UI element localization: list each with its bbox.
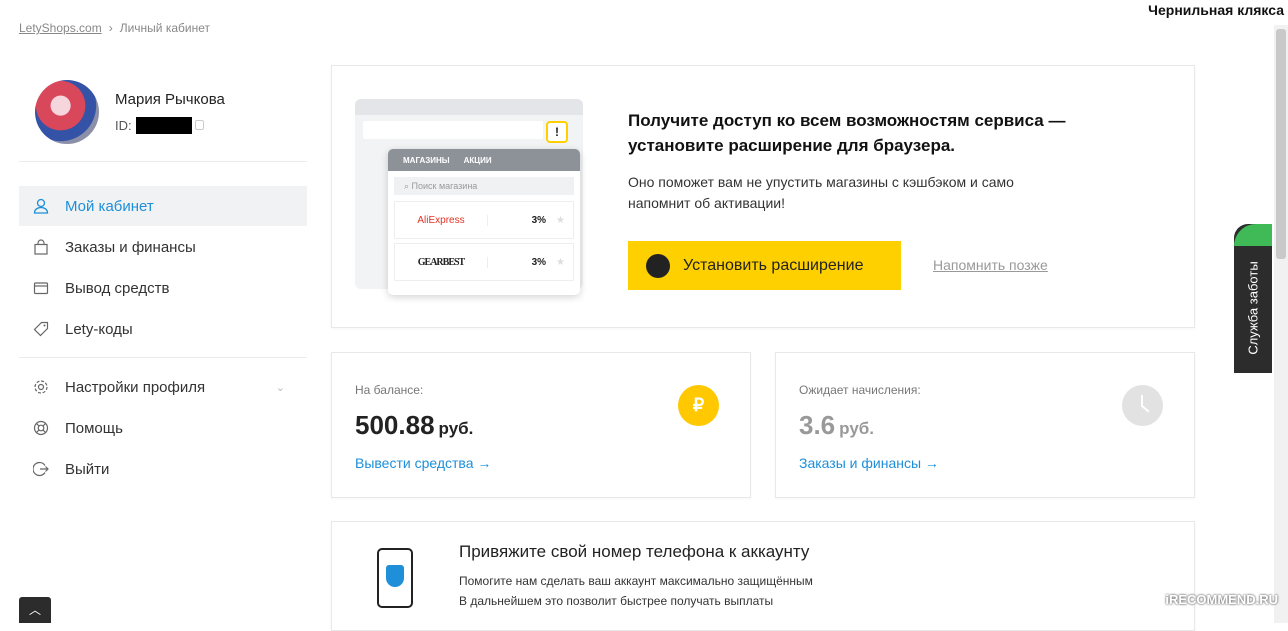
phone-title: Привяжите свой номер телефона к аккаунту	[459, 542, 810, 561]
sidebar-item-help[interactable]: Помощь	[19, 408, 307, 448]
user-icon	[32, 197, 50, 215]
pending-label: Ожидает начисления:	[799, 383, 921, 397]
profile-block: Мария Рычкова ID:	[35, 80, 225, 144]
sidebar-nav-secondary: Настройки профиля ⌄ Помощь Выйти	[19, 367, 307, 490]
phone-binding-card: Привяжите свой номер телефона к аккаунту…	[331, 521, 1195, 631]
profile-id-redacted	[135, 116, 192, 134]
profile-id: ID:	[115, 116, 225, 134]
support-tab[interactable]: Служба заботы	[1234, 224, 1272, 373]
phone-text: Помогите нам сделать ваш аккаунт максима…	[459, 571, 813, 611]
breadcrumb: LetyShops.com › Личный кабинет	[19, 21, 210, 35]
gear-icon	[32, 378, 50, 396]
extension-illustration: ! МАГАЗИНЫ АКЦИИ ⌕ Поиск магазина AliExp…	[355, 99, 583, 295]
promo-title: Получите доступ ко всем возможностям сер…	[628, 111, 1066, 155]
sidebar-nav: Мой кабинет Заказы и финансы Вывод средс…	[19, 186, 307, 350]
star-icon: ★	[556, 256, 565, 268]
phone-shield-icon	[377, 548, 413, 608]
divider	[19, 161, 307, 162]
extension-popup: МАГАЗИНЫ АКЦИИ ⌕ Поиск магазина AliExpre…	[388, 149, 580, 295]
popup-tabs: МАГАЗИНЫ АКЦИИ	[388, 149, 580, 171]
sidebar-item-label: Настройки профиля	[65, 378, 206, 396]
sidebar-item-orders[interactable]: Заказы и финансы	[19, 227, 307, 267]
avatar[interactable]	[35, 80, 99, 144]
shield-icon	[386, 565, 404, 587]
popup-search-placeholder: Поиск магазина	[411, 181, 478, 191]
balance-value: 500.88 руб.	[355, 410, 473, 441]
balance-currency: руб.	[438, 419, 474, 438]
sidebar-item-label: Вывод средств	[65, 279, 170, 297]
profile-name: Мария Рычкова	[115, 90, 225, 108]
shopping-bag-icon	[32, 238, 50, 256]
balance-card: На балансе: 500.88 руб. Вывести средства …	[331, 352, 751, 498]
scrollbar[interactable]	[1274, 25, 1288, 623]
watermark: iRECOMMEND.RU	[1165, 592, 1278, 607]
balance-label: На балансе:	[355, 383, 424, 397]
shop-rate: 3%	[531, 256, 547, 268]
shop-rate: 3%	[531, 214, 547, 226]
profile-id-label: ID:	[115, 117, 132, 133]
popup-shop-row: GEARBEST 3% ★	[394, 243, 574, 281]
wallet-icon	[32, 279, 50, 297]
chevron-down-icon[interactable]: ⌄	[276, 381, 285, 394]
support-status-indicator	[1234, 224, 1272, 246]
balance-amount: 500.88	[355, 410, 435, 440]
remind-later-link[interactable]: Напомнить позже	[933, 257, 1048, 273]
scrollbar-thumb[interactable]	[1276, 29, 1286, 259]
promo-text: Оно поможет вам не упустить магазины с к…	[628, 174, 1014, 211]
breadcrumb-separator: ›	[108, 21, 113, 35]
shop-logo: AliExpress	[395, 214, 488, 226]
sidebar-item-codes[interactable]: Lety-коды	[19, 309, 307, 349]
star-icon: ★	[556, 214, 565, 226]
user-nickname: Чернильная клякса	[1148, 2, 1284, 18]
orders-finance-link[interactable]: Заказы и финансы →	[799, 455, 939, 471]
sidebar-item-logout[interactable]: Выйти	[19, 449, 307, 489]
shop-logo: GEARBEST	[395, 256, 488, 268]
popup-tab-promos: АКЦИИ	[463, 155, 492, 165]
extension-icon: !	[546, 121, 568, 143]
support-tab-label: Служба заботы	[1245, 261, 1261, 355]
sidebar-item-label: Выйти	[65, 460, 110, 478]
extension-logo-icon	[646, 253, 670, 278]
phone-text-line: Помогите нам сделать ваш аккаунт максима…	[459, 574, 813, 588]
pending-card: Ожидает начисления: 3.6 руб. Заказы и фин…	[775, 352, 1195, 498]
tag-icon	[32, 320, 50, 338]
pending-currency: руб.	[839, 419, 874, 438]
popup-tab-shops: МАГАЗИНЫ	[403, 155, 450, 165]
sidebar-item-label: Помощь	[65, 419, 123, 437]
install-extension-button[interactable]: Установить расширение	[628, 241, 901, 290]
breadcrumb-current: Личный кабинет	[119, 21, 210, 35]
breadcrumb-home-link[interactable]: LetyShops.com	[19, 21, 102, 35]
popup-search: ⌕ Поиск магазина	[394, 177, 574, 195]
lifebuoy-icon	[32, 419, 50, 437]
sidebar-item-settings[interactable]: Настройки профиля ⌄	[19, 367, 307, 407]
scroll-to-top-button[interactable]: ︿	[19, 597, 51, 623]
sidebar-item-label: Заказы и финансы	[65, 238, 196, 256]
clock-icon	[1122, 385, 1163, 426]
sidebar-item-label: Мой кабинет	[65, 197, 154, 215]
popup-shop-row: AliExpress 3% ★	[394, 201, 574, 239]
withdraw-link[interactable]: Вывести средства →	[355, 455, 491, 471]
browser-bar	[355, 99, 583, 115]
sidebar-item-label: Lety-коды	[65, 320, 133, 338]
divider	[19, 357, 307, 358]
extension-promo-card: ! МАГАЗИНЫ АКЦИИ ⌕ Поиск магазина AliExp…	[331, 65, 1195, 328]
pending-amount: 3.6	[799, 410, 836, 440]
install-extension-label: Установить расширение	[683, 256, 864, 274]
address-bar	[363, 121, 543, 139]
sidebar-item-withdraw[interactable]: Вывод средств	[19, 268, 307, 308]
phone-text-line: В дальнейшем это позволит быстрее получа…	[459, 594, 774, 608]
pending-value: 3.6 руб.	[799, 410, 874, 441]
ruble-coin-icon: ₽	[678, 385, 719, 426]
logout-icon	[32, 460, 50, 478]
copy-icon[interactable]	[194, 120, 204, 130]
sidebar-item-cabinet[interactable]: Мой кабинет	[19, 186, 307, 226]
